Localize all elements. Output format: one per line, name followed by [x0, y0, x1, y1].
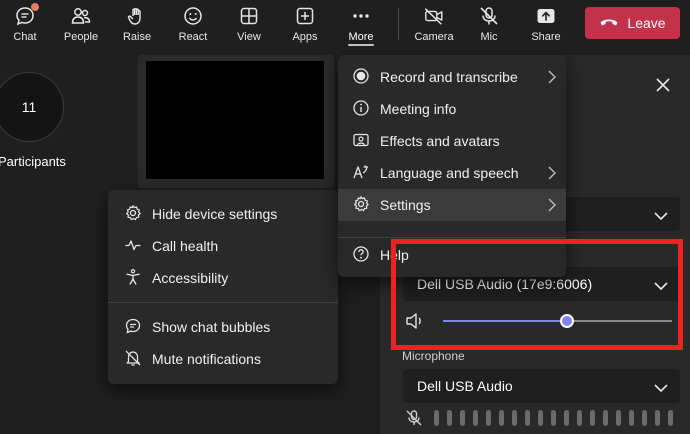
participants-count: 11 — [21, 99, 37, 115]
more-button[interactable]: More — [343, 0, 379, 50]
gear-icon — [352, 195, 370, 216]
meeting-info-label: Meeting info — [380, 101, 457, 117]
more-menu-divider — [338, 237, 566, 238]
microphone-label: Microphone — [402, 349, 465, 363]
chevron-right-icon — [548, 70, 556, 87]
show-chat-bubbles-item[interactable]: Show chat bubbles — [108, 311, 338, 343]
mic-button[interactable]: Mic — [474, 0, 504, 50]
chevron-down-icon — [654, 278, 668, 294]
raise-label: Raise — [122, 31, 152, 43]
mic-label: Mic — [480, 31, 498, 43]
chat-notification-dot — [31, 3, 39, 11]
people-label: People — [63, 31, 99, 43]
speaker-volume-slider[interactable] — [443, 314, 672, 328]
hide-device-settings-label: Hide device settings — [152, 206, 278, 222]
speaker-volume-fill — [443, 320, 567, 322]
people-button[interactable]: People — [60, 0, 102, 50]
info-icon — [352, 99, 370, 120]
self-video-preview — [146, 61, 324, 179]
close-icon — [656, 78, 670, 92]
show-chat-bubbles-label: Show chat bubbles — [152, 319, 271, 335]
mic-level-meter — [434, 410, 673, 426]
call-health-label: Call health — [152, 238, 219, 254]
view-label: View — [237, 31, 261, 43]
speaker-volume-thumb[interactable] — [559, 314, 574, 328]
microphone-device-value: Dell USB Audio — [417, 378, 513, 394]
bell-off-icon — [124, 349, 142, 370]
effects-icon — [352, 131, 370, 152]
participants-label: Participants — [0, 154, 66, 169]
mic-off-icon — [405, 409, 423, 432]
share-icon — [535, 5, 557, 27]
leave-button[interactable]: Leave — [585, 7, 680, 39]
microphone-dropdown[interactable]: Dell USB Audio — [403, 369, 680, 403]
record-and-transcribe-label: Record and transcribe — [380, 69, 518, 85]
pulse-icon — [124, 236, 142, 257]
language-and-speech-item[interactable]: Language and speech — [338, 157, 566, 189]
speaker-volume-icon — [405, 312, 425, 335]
more-menu: Record and transcribe Meeting info Effec… — [338, 55, 566, 277]
accessibility-item[interactable]: Accessibility — [108, 262, 338, 294]
camera-off-icon — [423, 5, 445, 27]
submenu-divider — [108, 302, 338, 303]
chevron-right-icon — [548, 198, 556, 215]
gear-icon — [124, 204, 142, 225]
react-label: React — [178, 31, 208, 43]
more-label: More — [348, 31, 374, 43]
effects-and-avatars-label: Effects and avatars — [380, 133, 500, 149]
help-icon — [352, 245, 370, 266]
chat-label: Chat — [13, 31, 37, 43]
settings-submenu: Hide device settings Call health Accessi… — [108, 190, 338, 384]
react-smiley-icon — [182, 5, 204, 27]
mute-notifications-label: Mute notifications — [152, 351, 261, 367]
help-label: Help — [380, 247, 409, 263]
share-label: Share — [531, 31, 561, 43]
speaker-device-value: Dell USB Audio (17e9:6006) — [417, 276, 593, 292]
accessibility-icon — [124, 268, 142, 289]
record-and-transcribe-item[interactable]: Record and transcribe — [338, 61, 566, 93]
mic-off-icon — [478, 5, 500, 27]
raise-hand-button[interactable]: Raise — [118, 0, 156, 50]
react-button[interactable]: React — [174, 0, 212, 50]
apps-button[interactable]: Apps — [287, 0, 323, 50]
toolbar-separator — [398, 8, 399, 40]
view-button[interactable]: View — [232, 0, 266, 50]
chevron-right-icon — [548, 166, 556, 183]
share-button[interactable]: Share — [528, 0, 564, 50]
camera-label: Camera — [414, 31, 454, 43]
language-icon — [352, 163, 370, 184]
meeting-toolbar: Chat People Raise React View Apps More C… — [0, 0, 690, 50]
grid-view-icon — [238, 5, 260, 27]
more-dots-icon — [350, 5, 372, 27]
settings-label: Settings — [380, 197, 431, 213]
meeting-info-item[interactable]: Meeting info — [338, 93, 566, 125]
apps-label: Apps — [292, 31, 318, 43]
camera-button[interactable]: Camera — [411, 0, 457, 50]
record-icon — [352, 67, 370, 88]
phone-hangup-icon — [599, 15, 619, 31]
leave-label: Leave — [627, 15, 666, 31]
help-item[interactable]: Help — [338, 239, 566, 271]
hide-device-settings-item[interactable]: Hide device settings — [108, 198, 338, 230]
settings-item[interactable]: Settings — [338, 189, 566, 221]
close-panel-button[interactable] — [655, 77, 671, 98]
language-and-speech-label: Language and speech — [380, 165, 519, 181]
mute-notifications-item[interactable]: Mute notifications — [108, 343, 338, 375]
call-health-item[interactable]: Call health — [108, 230, 338, 262]
people-icon — [70, 5, 92, 27]
participants-count-tile[interactable]: 11 — [0, 72, 64, 142]
chevron-down-icon — [654, 208, 668, 224]
raise-hand-icon — [126, 5, 148, 27]
chat-bubble-icon — [124, 317, 142, 338]
effects-and-avatars-item[interactable]: Effects and avatars — [338, 125, 566, 157]
apps-plus-icon — [294, 5, 316, 27]
accessibility-label: Accessibility — [152, 270, 229, 286]
chevron-down-icon — [654, 380, 668, 396]
